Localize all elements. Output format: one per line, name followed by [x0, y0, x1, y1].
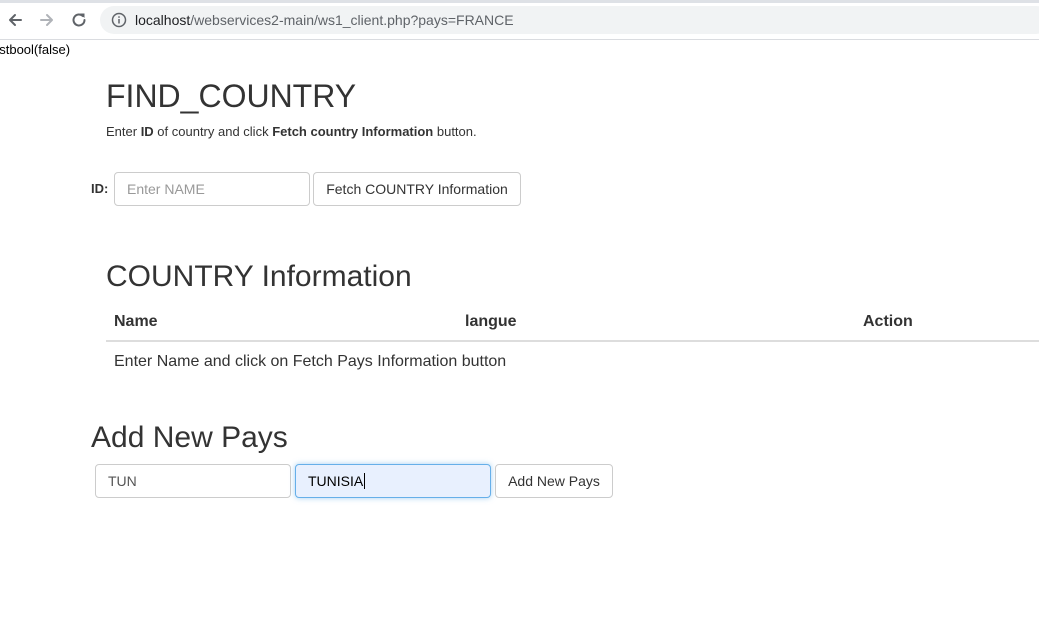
url-path: /webservices2-main/ws1_client.php?pays=F…: [190, 12, 514, 28]
text-caret: [364, 473, 366, 489]
fetch-country-button[interactable]: Fetch COUNTRY Information: [313, 172, 521, 206]
add-pays-button[interactable]: Add New Pays: [495, 464, 613, 498]
pays-code-value: TUN: [108, 473, 137, 489]
instr-prefix: Enter: [106, 124, 141, 139]
column-header-action: Action: [863, 313, 913, 330]
id-label: ID:: [91, 181, 109, 196]
info-icon[interactable]: [111, 12, 127, 28]
find-instructions: Enter ID of country and click Fetch coun…: [106, 124, 477, 139]
back-button[interactable]: [3, 8, 27, 32]
pays-code-input[interactable]: TUN: [95, 464, 291, 498]
name-input-placeholder: Enter NAME: [127, 181, 205, 197]
url-host: localhost: [135, 12, 191, 28]
tab-strip-edge: [0, 0, 1039, 3]
reload-button[interactable]: [67, 8, 91, 32]
empty-table-message: Enter Name and click on Fetch Pays Infor…: [114, 353, 507, 370]
instr-suffix: button.: [433, 124, 477, 139]
debug-output: estbool(false): [0, 42, 71, 57]
pays-name-value: TUNISIA: [308, 473, 364, 489]
column-header-langue: langue: [465, 313, 517, 330]
instr-button: Fetch country Information: [272, 124, 434, 139]
country-info-title: COUNTRY Information: [106, 260, 412, 293]
column-header-name: Name: [114, 313, 158, 330]
browser-toolbar: localhost/webservices2-main/ws1_client.p…: [0, 0, 1039, 40]
pays-name-input[interactable]: TUNISIA: [295, 464, 491, 498]
url-text[interactable]: localhost/webservices2-main/ws1_client.p…: [135, 12, 514, 28]
table-row: Enter Name and click on Fetch Pays Infor…: [106, 342, 1039, 380]
arrow-left-icon: [9, 14, 22, 26]
name-input[interactable]: Enter NAME: [114, 172, 310, 206]
instr-middle: of country and click: [153, 124, 273, 139]
arrow-right-icon: [40, 14, 53, 26]
reload-icon: [72, 13, 86, 27]
country-table-header: Name langue Action: [106, 304, 1039, 342]
add-pays-title: Add New Pays: [91, 421, 288, 454]
forward-button[interactable]: [35, 8, 59, 32]
instr-id: ID: [140, 124, 154, 139]
address-bar[interactable]: localhost/webservices2-main/ws1_client.p…: [100, 6, 1039, 34]
find-country-title: FIND_COUNTRY: [106, 78, 357, 114]
